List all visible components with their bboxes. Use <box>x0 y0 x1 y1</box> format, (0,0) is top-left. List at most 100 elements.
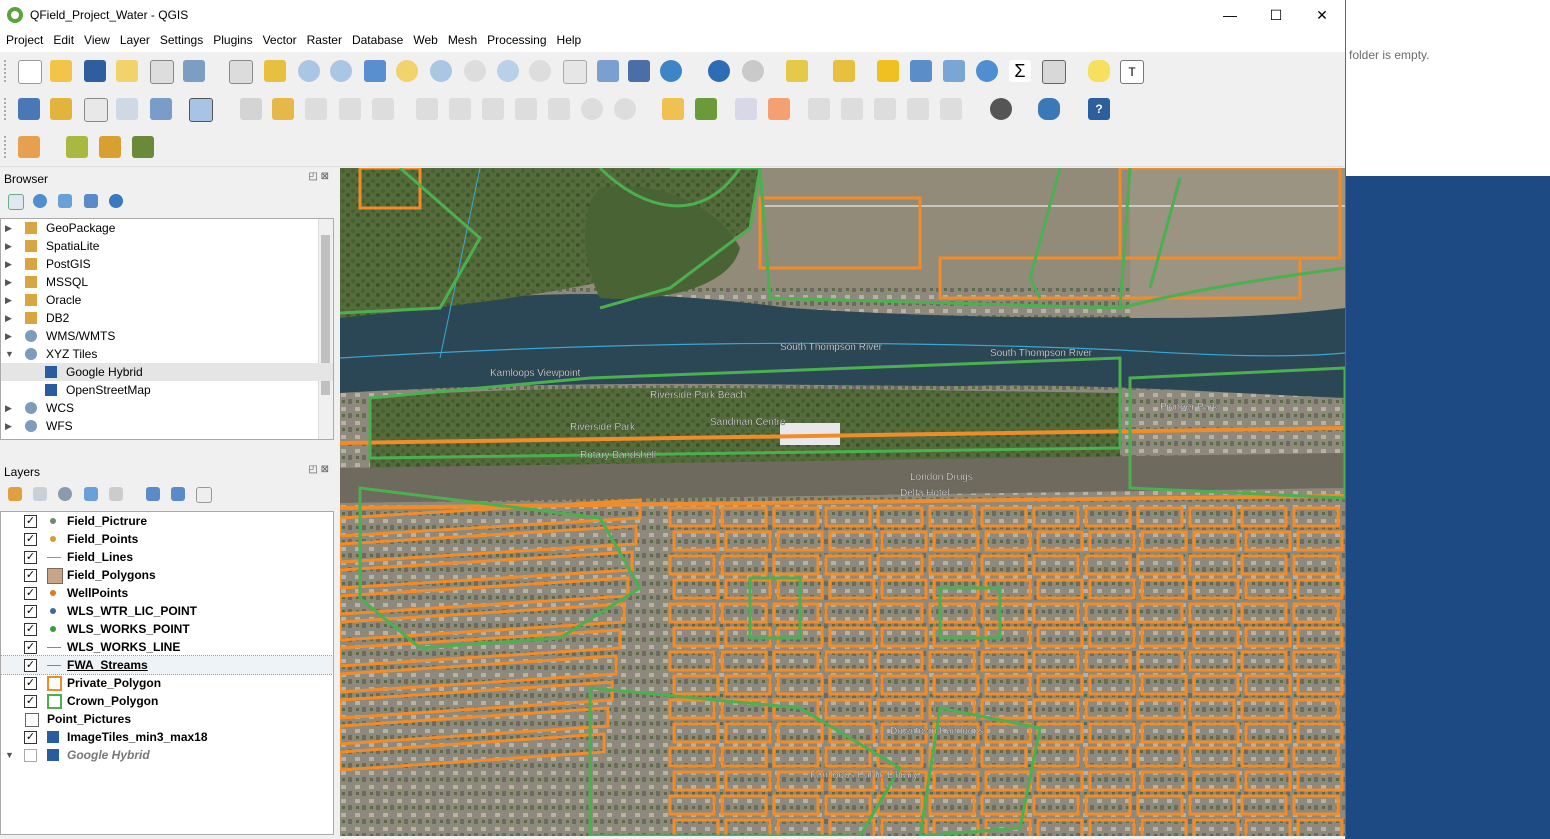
chevron-down-icon[interactable]: ▼ <box>5 746 14 764</box>
layer-item[interactable]: ✓ Field_Lines <box>1 548 333 566</box>
layer-visibility-checkbox[interactable]: ✓ <box>24 677 37 690</box>
layer-item[interactable]: ✓ Private_Polygon <box>1 674 333 692</box>
redo-icon[interactable] <box>614 98 636 120</box>
measure-icon[interactable] <box>1042 60 1066 84</box>
text-annotation-icon[interactable]: T <box>1120 60 1144 84</box>
save-edits-icon[interactable] <box>305 98 327 120</box>
new-memory-layer-icon[interactable] <box>150 98 172 120</box>
layer-item[interactable]: Point_Pictures <box>1 710 333 728</box>
diagram-icon[interactable] <box>695 98 717 120</box>
browser-item[interactable]: ▼ XYZ Tiles <box>1 345 333 363</box>
layer-visibility-checkbox[interactable]: ✓ <box>24 551 37 564</box>
new-geopackage-icon[interactable] <box>50 98 72 120</box>
menu-database[interactable]: Database <box>346 30 407 47</box>
layer-item[interactable]: ✓ Field_Pictrure <box>1 512 333 530</box>
new-virtual-layer-icon[interactable] <box>189 98 213 122</box>
collapse-all-layers-icon[interactable] <box>171 487 185 501</box>
label-properties-icon[interactable] <box>940 98 962 120</box>
filter-expression-icon[interactable] <box>109 487 123 501</box>
layer-visibility-checkbox[interactable]: ✓ <box>24 515 37 528</box>
menu-settings[interactable]: Settings <box>154 30 207 47</box>
menu-help[interactable]: Help <box>551 30 586 47</box>
data-source-manager-icon[interactable] <box>18 98 40 120</box>
menu-project[interactable]: Project <box>0 30 47 47</box>
add-feature-icon[interactable] <box>339 98 361 120</box>
zoom-native-icon[interactable] <box>464 60 486 82</box>
zoom-out-icon[interactable] <box>330 60 352 82</box>
manage-visibility-icon[interactable] <box>58 487 72 501</box>
toggle-editing-icon[interactable] <box>272 98 294 120</box>
browser-item[interactable]: ▶ WCS <box>1 399 333 417</box>
chevron-right-icon[interactable]: ▶ <box>5 255 12 273</box>
open-project-icon[interactable] <box>50 60 72 82</box>
layer-visibility-checkbox[interactable]: ✓ <box>24 731 37 744</box>
chevron-right-icon[interactable]: ▶ <box>5 417 12 435</box>
map-canvas[interactable]: South Thompson River South Thompson River… <box>340 168 1345 836</box>
browser-item[interactable]: Google Hybrid <box>1 363 333 381</box>
qfield-sync-icon[interactable] <box>990 98 1012 120</box>
minimize-button[interactable]: — <box>1207 0 1253 30</box>
map-svg[interactable]: South Thompson River South Thompson River… <box>340 168 1345 836</box>
menu-view[interactable]: View <box>78 30 114 47</box>
bookmark-icon[interactable] <box>597 60 619 82</box>
tools-icon[interactable] <box>132 136 154 158</box>
properties-info-icon[interactable] <box>109 194 123 208</box>
layer-visibility-checkbox[interactable]: ✓ <box>24 623 37 636</box>
layer-visibility-checkbox[interactable]: ✓ <box>24 587 37 600</box>
delete-selected-icon[interactable] <box>449 98 471 120</box>
panel-float-close-icon[interactable]: ◰ ⊠ <box>308 171 329 182</box>
layer-item[interactable]: ✓ WLS_WTR_LIC_POINT <box>1 602 333 620</box>
zoom-selection-icon[interactable] <box>396 60 418 82</box>
zoom-full-icon[interactable] <box>364 60 386 82</box>
close-button[interactable]: ✕ <box>1299 0 1345 30</box>
select-features-icon[interactable] <box>786 60 808 82</box>
new-shapefile-icon[interactable] <box>84 98 108 122</box>
plugin-cube-2-icon[interactable] <box>99 136 121 158</box>
cut-features-icon[interactable] <box>482 98 504 120</box>
browser-item[interactable]: ▶ DB2 <box>1 309 333 327</box>
layer-visibility-checkbox[interactable]: ✓ <box>24 605 37 618</box>
layer-item[interactable]: ✓ Field_Polygons <box>1 566 333 584</box>
show-hide-labels-icon[interactable] <box>907 98 929 120</box>
filter-browser-icon[interactable] <box>58 194 72 208</box>
style-panel-icon[interactable] <box>8 487 22 501</box>
layer-item[interactable]: ✓ WellPoints <box>1 584 333 602</box>
plugin-cube-icon[interactable] <box>66 136 88 158</box>
new-spatialite-icon[interactable] <box>116 98 138 120</box>
add-selected-layers-icon[interactable] <box>8 194 24 210</box>
browser-item[interactable]: ▶ Oracle <box>1 291 333 309</box>
new-map-view-icon[interactable] <box>563 60 587 84</box>
filter-legend-icon[interactable] <box>84 487 98 501</box>
menu-vector[interactable]: Vector <box>257 30 301 47</box>
python-console-icon[interactable] <box>1038 98 1060 120</box>
menu-edit[interactable]: Edit <box>47 30 78 47</box>
chevron-right-icon[interactable]: ▶ <box>5 237 12 255</box>
layer-item[interactable]: ✓ WLS_WORKS_POINT <box>1 620 333 638</box>
layer-item[interactable]: ✓ FWA_Streams <box>1 655 333 675</box>
maximize-button[interactable]: ☐ <box>1253 0 1299 30</box>
edit-pencil-icon[interactable] <box>240 98 262 120</box>
chevron-right-icon[interactable]: ▶ <box>5 291 12 309</box>
undo-icon[interactable] <box>581 98 603 120</box>
chevron-right-icon[interactable]: ▶ <box>5 273 12 291</box>
browser-item[interactable]: OpenStreetMap <box>1 381 333 399</box>
processing-toolbox-icon[interactable] <box>976 60 998 82</box>
copy-features-icon[interactable] <box>515 98 537 120</box>
browser-item[interactable]: ▶ MSSQL <box>1 273 333 291</box>
pin-labels-icon[interactable] <box>735 98 757 120</box>
menu-web[interactable]: Web <box>407 30 441 47</box>
chevron-right-icon[interactable]: ▶ <box>5 327 12 345</box>
zoom-next-icon[interactable] <box>529 60 551 82</box>
help-icon[interactable]: ? <box>1088 98 1110 120</box>
menu-processing[interactable]: Processing <box>481 30 550 47</box>
panel-float-close-icon[interactable]: ◰ ⊠ <box>308 464 329 475</box>
vertex-tool-icon[interactable] <box>372 98 394 120</box>
browser-item[interactable]: ▶ GeoPackage <box>1 219 333 237</box>
save-project-icon[interactable] <box>84 60 106 82</box>
modify-attributes-icon[interactable] <box>416 98 438 120</box>
identify-icon[interactable] <box>708 60 730 82</box>
move-label-icon[interactable] <box>808 98 830 120</box>
map-tips-icon[interactable] <box>1088 60 1110 82</box>
select-by-value-icon[interactable] <box>833 60 855 82</box>
zoom-in-icon[interactable] <box>298 60 320 82</box>
